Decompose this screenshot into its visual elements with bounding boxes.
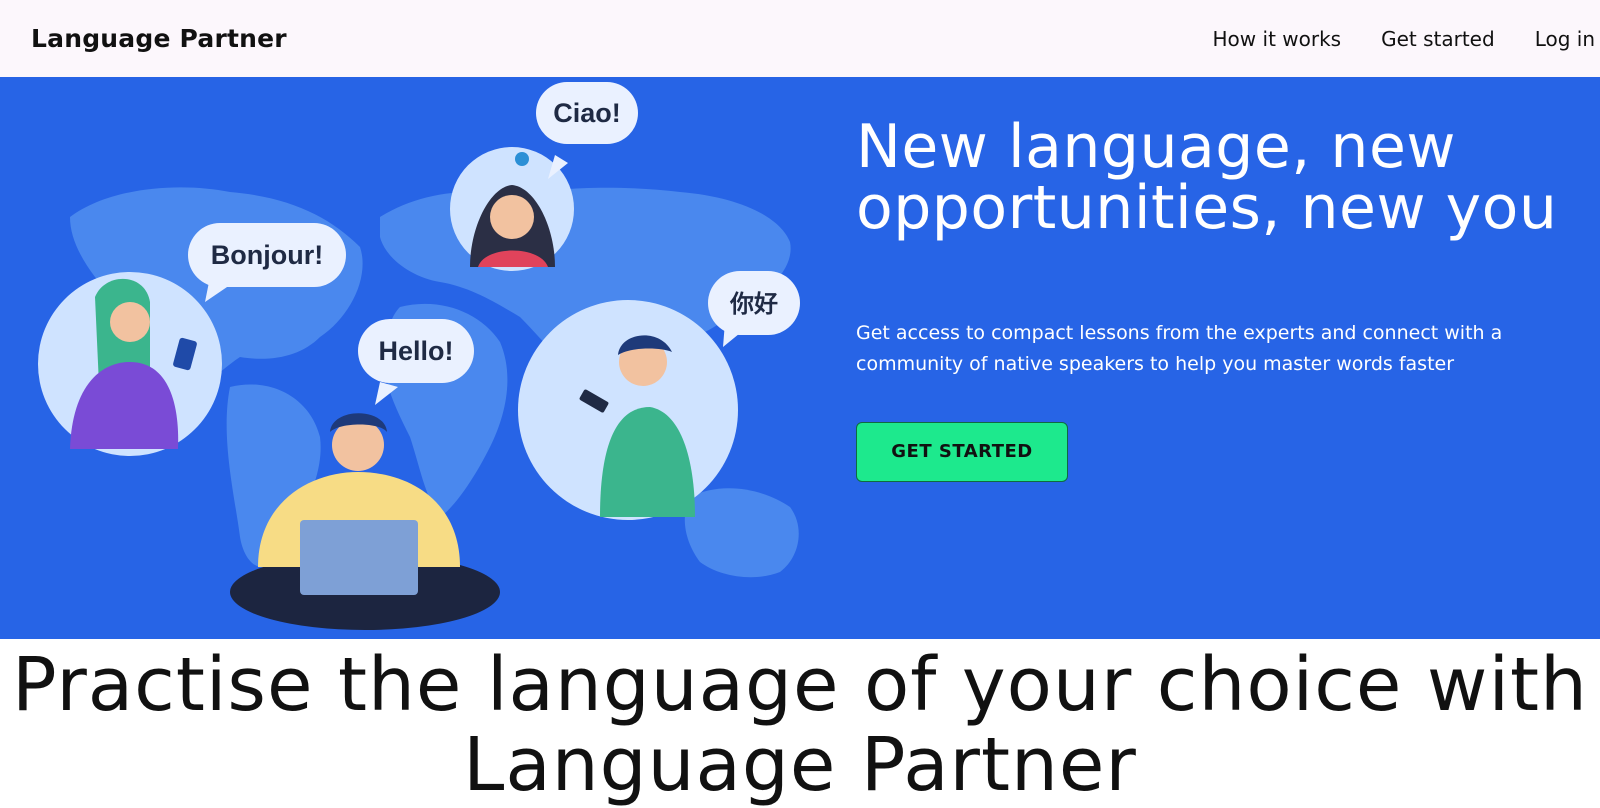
speech-bubble-nihao: 你好	[708, 271, 800, 347]
bubble-text-hello: Hello!	[378, 336, 453, 366]
section-tagline: Practise the language of your choice wit…	[12, 642, 1588, 808]
hero-section: Ciao! Bonjour! Hello! 你好 New language, n…	[0, 77, 1600, 639]
hero-illustration: Ciao! Bonjour! Hello! 你好	[38, 82, 800, 630]
nav-link-log-in[interactable]: Log in	[1535, 27, 1595, 51]
nav-link-how-it-works[interactable]: How it works	[1213, 27, 1342, 51]
hero-text-block: New language, new opportunities, new you…	[856, 117, 1576, 482]
nav-links: How it works Get started Log in	[1213, 27, 1595, 51]
top-navbar: Language Partner How it works Get starte…	[0, 0, 1600, 77]
hero-subtitle: Get access to compact lessons from the e…	[856, 322, 1503, 375]
nav-link-get-started[interactable]: Get started	[1381, 27, 1495, 51]
avatar-man-nihao	[518, 300, 738, 520]
hero-title-line-2: opportunities, new you	[856, 173, 1558, 243]
bubble-text-bonjour: Bonjour!	[211, 240, 323, 270]
get-started-button[interactable]: GET STARTED	[856, 422, 1068, 482]
hero-title: New language, new opportunities, new you	[856, 117, 1576, 239]
hero-title-line-1: New language, new	[856, 112, 1456, 182]
avatar-woman-bonjour	[38, 272, 222, 456]
bubble-text-ciao: Ciao!	[553, 98, 621, 128]
brand-logo[interactable]: Language Partner	[31, 24, 287, 53]
bubble-text-nihao: 你好	[729, 290, 778, 318]
